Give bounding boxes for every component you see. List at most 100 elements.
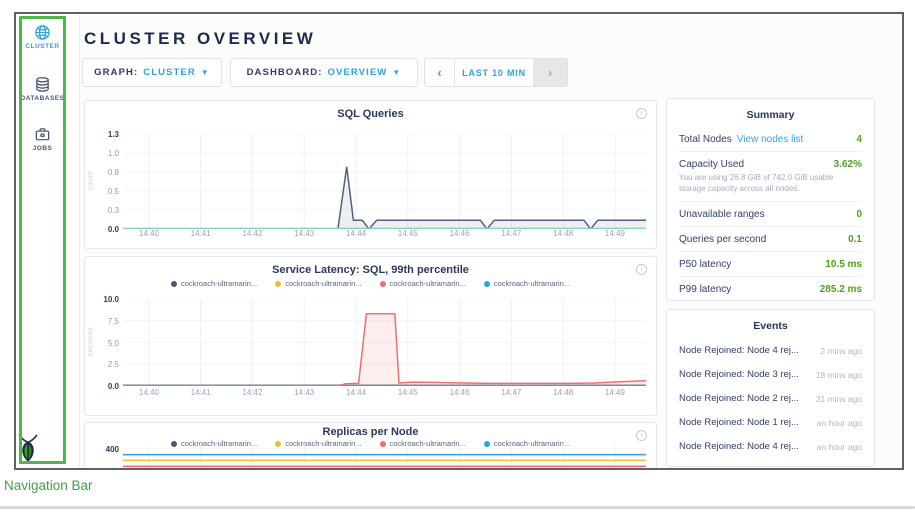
- graph-dropdown-label: GRAPH:: [94, 67, 138, 78]
- event-time: 18 mins ago: [816, 370, 862, 380]
- graph-dropdown[interactable]: GRAPH: CLUSTER ▼: [82, 58, 222, 87]
- sidebar-item-jobs[interactable]: JOBS: [16, 126, 69, 152]
- time-range-picker: ‹ LAST 10 MIN ›: [424, 58, 568, 87]
- database-icon: [34, 76, 51, 93]
- chevron-down-icon: ▼: [392, 68, 401, 77]
- graph-dropdown-value: CLUSTER: [143, 67, 196, 78]
- y-axis-tick-label: 0.5: [89, 187, 119, 196]
- event-time: 31 mins ago: [816, 394, 862, 404]
- sidebar-item-label: JOBS: [16, 145, 69, 152]
- dashboard-dropdown[interactable]: DASHBOARD: OVERVIEW ▼: [230, 58, 418, 87]
- chart-title: SQL Queries: [85, 108, 656, 120]
- globe-icon: [34, 24, 51, 41]
- y-axis-tick-label: 2.5: [89, 360, 119, 369]
- time-prev-button[interactable]: ‹: [425, 59, 455, 86]
- x-axis-tick-label: 14:46: [439, 388, 481, 397]
- x-axis-tick-label: 14:45: [387, 229, 429, 238]
- legend-item[interactable]: cockroach-ultramarin...: [484, 279, 570, 288]
- event-row: Node Rejoined: Node 3 rej... 18 mins ago: [679, 369, 862, 380]
- summary-label: Unavailable ranges: [679, 209, 765, 220]
- events-title: Events: [679, 310, 862, 332]
- x-axis-tick-label: 14:40: [128, 388, 170, 397]
- summary-label: Capacity Used: [679, 159, 744, 170]
- y-axis-tick-label: 0.8: [89, 168, 119, 177]
- event-row: Node Rejoined: Node 2 rej... 31 mins ago: [679, 393, 862, 404]
- summary-value: 3.62%: [834, 159, 862, 170]
- chart-title: Replicas per Node: [85, 426, 656, 438]
- legend-dot-icon: [484, 281, 490, 287]
- event-row: Node Rejoined: Node 1 rej... an hour ago: [679, 417, 862, 428]
- admin-ui-window: CLUSTER DATABASES JOBS CLUSTER OVERVIEW: [14, 12, 904, 470]
- info-icon[interactable]: i: [636, 264, 647, 275]
- summary-value: 0.1: [848, 234, 862, 245]
- summary-label: P99 latency: [679, 284, 731, 295]
- event-text: Node Rejoined: Node 1 rej...: [679, 417, 815, 428]
- replicas-per-node-chart-panel: Replicas per Node i cockroach-ultramarin…: [84, 422, 657, 470]
- events-panel: Events Node Rejoined: Node 4 rej... 2 mi…: [666, 309, 875, 467]
- summary-row-capacity: Capacity Used 3.62%: [679, 151, 862, 172]
- page-divider: [0, 506, 915, 509]
- summary-row-p50: P50 latency 10.5 ms: [679, 251, 862, 276]
- summary-label: Queries per second: [679, 234, 766, 245]
- x-axis-tick-label: 14:42: [231, 229, 273, 238]
- y-axis-tick-label: 1.0: [89, 149, 119, 158]
- x-axis-tick-label: 14:47: [490, 388, 532, 397]
- info-icon[interactable]: i: [636, 108, 647, 119]
- x-axis-tick-label: 14:41: [180, 229, 222, 238]
- cockroachdb-logo[interactable]: [16, 434, 69, 462]
- x-axis-tick-label: 14:42: [231, 388, 273, 397]
- legend-label: cockroach-ultramarin...: [285, 279, 361, 288]
- y-axis-unit-label: count: [88, 150, 95, 210]
- time-next-button[interactable]: ›: [533, 59, 567, 86]
- capacity-note: You are using 26.8 GiB of 742.0 GiB usab…: [679, 172, 862, 201]
- chart-plot-area[interactable]: [123, 445, 646, 470]
- sidebar-item-label: DATABASES: [16, 95, 69, 102]
- sidebar-item-databases[interactable]: DATABASES: [16, 76, 69, 102]
- dashboard-dropdown-value: OVERVIEW: [328, 67, 388, 78]
- event-row: Node Rejoined: Node 4 rej... an hour ago: [679, 441, 862, 452]
- summary-row-total-nodes: Total Nodes View nodes list 4: [679, 127, 862, 151]
- x-axis-tick-label: 14:41: [180, 388, 222, 397]
- event-text: Node Rejoined: Node 4 rej...: [679, 441, 815, 452]
- x-axis-tick-label: 14:44: [335, 388, 377, 397]
- event-row: Node Rejoined: Node 4 rej... 2 mins ago: [679, 345, 862, 356]
- navigation-bar: CLUSTER DATABASES JOBS: [16, 14, 80, 468]
- summary-value: 285.2 ms: [820, 284, 862, 295]
- time-range-label[interactable]: LAST 10 MIN: [455, 59, 533, 86]
- legend-label: cockroach-ultramarin...: [494, 279, 570, 288]
- chart-plot-area[interactable]: [123, 299, 646, 386]
- chevron-down-icon: ▼: [201, 68, 210, 77]
- service-latency-chart-panel: Service Latency: SQL, 99th percentile i …: [84, 256, 657, 416]
- legend-dot-icon: [275, 281, 281, 287]
- legend-dot-icon: [380, 281, 386, 287]
- legend-dot-icon: [171, 281, 177, 287]
- x-axis-tick-label: 14:43: [283, 229, 325, 238]
- summary-value: 4: [856, 134, 862, 145]
- legend-label: cockroach-ultramarin...: [181, 279, 257, 288]
- sidebar-item-cluster[interactable]: CLUSTER: [16, 24, 69, 50]
- legend-item[interactable]: cockroach-ultramarin...: [380, 279, 466, 288]
- legend-item[interactable]: cockroach-ultramarin...: [171, 279, 257, 288]
- summary-title: Summary: [679, 99, 862, 121]
- chart-legend: cockroach-ultramarin... cockroach-ultrama…: [85, 279, 656, 288]
- annotation-navigation-bar-label: Navigation Bar: [4, 478, 93, 493]
- x-axis-tick-label: 14:43: [283, 388, 325, 397]
- y-axis-tick-label: 7.5: [89, 317, 119, 326]
- event-text: Node Rejoined: Node 4 rej...: [679, 345, 815, 356]
- sidebar-item-label: CLUSTER: [16, 43, 69, 50]
- legend-item[interactable]: cockroach-ultramarin...: [275, 279, 361, 288]
- legend-label: cockroach-ultramarin...: [390, 279, 466, 288]
- x-axis-tick-label: 14:47: [490, 229, 532, 238]
- y-axis-tick-label: 0.3: [89, 206, 119, 215]
- summary-label: P50 latency: [679, 259, 731, 270]
- chart-plot-area[interactable]: [123, 134, 646, 229]
- x-axis-tick-label: 14:48: [542, 388, 584, 397]
- summary-panel: Summary Total Nodes View nodes list 4 Ca…: [666, 98, 875, 301]
- summary-value: 10.5 ms: [825, 259, 862, 270]
- x-axis-tick-label: 14:49: [594, 388, 636, 397]
- summary-label: Total Nodes: [679, 134, 732, 145]
- view-nodes-list-link[interactable]: View nodes list: [737, 134, 804, 145]
- y-axis-tick-label: 1.3: [89, 130, 119, 139]
- summary-value: 0: [856, 209, 862, 220]
- event-time: an hour ago: [817, 442, 862, 452]
